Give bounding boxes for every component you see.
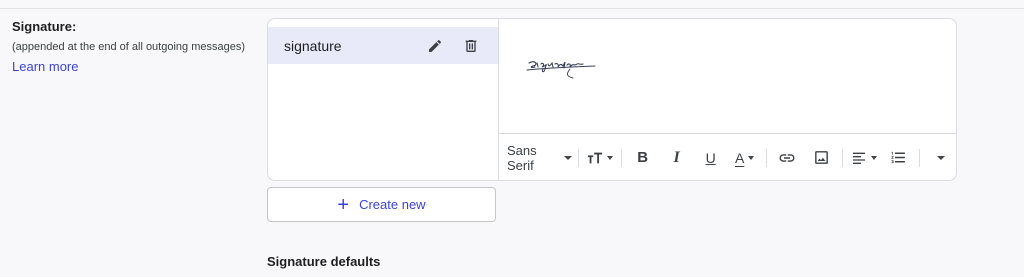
bold-button[interactable]: B [628, 145, 658, 171]
pencil-icon [429, 39, 442, 52]
toolbar-divider [919, 148, 921, 167]
toolbar-divider [578, 148, 579, 167]
underline-icon: U [705, 149, 716, 166]
section-divider [0, 8, 1024, 9]
edit-signature-button[interactable] [424, 35, 446, 57]
signature-content-editor[interactable] [499, 19, 956, 133]
text-size-button[interactable] [585, 145, 615, 171]
numbered-list-button[interactable] [883, 145, 913, 171]
toolbar-divider [765, 148, 767, 167]
font-family-select[interactable]: Sans Serif [507, 142, 573, 173]
underline-button[interactable]: U [696, 145, 726, 171]
learn-more-link[interactable]: Learn more [12, 59, 78, 75]
insert-image-button[interactable] [806, 145, 836, 171]
signature-editor: signature Sans Serif B I U A [267, 18, 957, 181]
chevron-down-icon [748, 155, 755, 160]
signature-name: signature [284, 37, 342, 54]
create-new-button[interactable]: + Create new [267, 187, 496, 222]
toolbar-divider [842, 148, 844, 167]
more-formatting-button[interactable] [926, 145, 956, 171]
plus-icon: + [337, 193, 350, 216]
align-button[interactable] [849, 145, 879, 171]
signature-subtitle: (appended at the end of all outgoing mes… [12, 41, 245, 53]
signature-title: Signature: [12, 19, 77, 34]
chevron-down-icon [606, 155, 613, 160]
chevron-down-icon [871, 155, 878, 160]
image-icon [815, 151, 828, 164]
signature-defaults-heading: Signature defaults [267, 254, 381, 269]
insert-link-button[interactable] [772, 145, 802, 171]
font-family-value: Sans Serif [507, 142, 537, 173]
signature-list: signature [268, 19, 499, 180]
create-new-label: Create new [359, 197, 426, 212]
italic-button[interactable]: I [662, 145, 692, 171]
text-size-icon [587, 152, 602, 163]
delete-signature-button[interactable] [460, 35, 482, 57]
text-color-button[interactable]: A [730, 145, 760, 171]
chevron-down-icon [564, 155, 573, 160]
align-icon [853, 152, 866, 164]
formatting-toolbar: Sans Serif B I U A [499, 133, 956, 180]
link-icon [779, 153, 795, 162]
bold-icon: B [637, 149, 649, 166]
toolbar-divider [620, 148, 622, 167]
signature-label-column: Signature: (appended at the end of all o… [12, 19, 267, 76]
numbered-list-icon [891, 151, 905, 164]
italic-icon: I [673, 148, 680, 166]
signature-list-item[interactable]: signature [268, 27, 498, 64]
trash-icon [465, 39, 477, 52]
more-options-icon [937, 155, 946, 160]
text-color-icon: A [734, 149, 745, 166]
handwritten-signature-image [526, 61, 596, 79]
